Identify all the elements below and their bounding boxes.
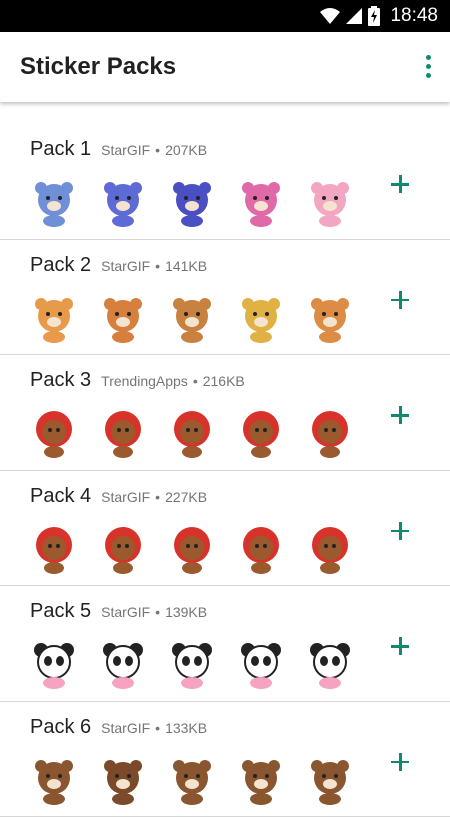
meta-separator: • bbox=[155, 489, 160, 505]
panda-icon bbox=[97, 638, 149, 690]
sticker-pack-list: Pack 1StarGIF•207KBPack 2StarGIF•141KBPa… bbox=[0, 124, 450, 817]
pack-publisher: StarGIF bbox=[101, 258, 150, 274]
panda-icon bbox=[28, 638, 80, 690]
sticker-preview-strip bbox=[28, 176, 356, 228]
pink-unicorn-icon bbox=[235, 176, 287, 228]
status-clock: 18:48 bbox=[390, 5, 438, 27]
bear-no-sign-icon bbox=[28, 523, 80, 575]
sticker-preview-strip bbox=[28, 754, 356, 806]
pack-name: Pack 3 bbox=[30, 369, 91, 392]
teddy-heart-icon bbox=[97, 176, 149, 228]
add-pack-button[interactable] bbox=[384, 630, 416, 662]
pack-name: Pack 2 bbox=[30, 254, 91, 277]
add-pack-button[interactable] bbox=[384, 746, 416, 778]
meta-separator: • bbox=[155, 604, 160, 620]
sticker-pack-row[interactable]: Pack 4 StarGIF • 227KB bbox=[0, 471, 450, 587]
sticker-preview-strip bbox=[28, 523, 356, 575]
pack-header: Pack 2 StarGIF • 141KB bbox=[30, 254, 207, 277]
pack-size: 216KB bbox=[203, 373, 245, 389]
pack-name: Pack 1 bbox=[30, 138, 91, 161]
bear-crown-icon bbox=[166, 292, 218, 344]
pack-meta: StarGIF • 207KB bbox=[101, 142, 207, 158]
pack-publisher: TrendingApps bbox=[101, 373, 188, 389]
sticker-preview-strip bbox=[28, 407, 356, 459]
sticker-preview-strip bbox=[28, 638, 356, 690]
sticker-pack-row[interactable]: Pack 1 StarGIF • 207KB bbox=[0, 124, 450, 240]
pack-size: 139KB bbox=[165, 604, 207, 620]
brown-bear-happy-icon bbox=[304, 754, 356, 806]
red-hood-bear-icon bbox=[28, 407, 80, 459]
add-pack-button[interactable] bbox=[384, 168, 416, 200]
add-pack-button[interactable] bbox=[384, 515, 416, 547]
sticker-pack-row[interactable]: Pack 2 StarGIF • 141KB bbox=[0, 240, 450, 356]
add-pack-button[interactable] bbox=[384, 399, 416, 431]
brown-bear-sleepy-icon bbox=[166, 754, 218, 806]
pack-publisher: StarGIF bbox=[101, 489, 150, 505]
red-hood-bear-icon bbox=[166, 407, 218, 459]
bear-dancing-icon bbox=[97, 523, 149, 575]
pack-name: Pack 6 bbox=[30, 716, 91, 739]
sticker-pack-row[interactable]: Pack 5 StarGIF • 139KB bbox=[0, 586, 450, 702]
meta-separator: • bbox=[193, 373, 198, 389]
wifi-icon bbox=[320, 7, 340, 25]
pack-header: Pack 5 StarGIF • 139KB bbox=[30, 600, 207, 623]
bear-jump-icon bbox=[304, 523, 356, 575]
bear-tophat-icon bbox=[97, 292, 149, 344]
red-hood-bear-icon bbox=[235, 407, 287, 459]
status-bar: 18:48 bbox=[0, 0, 450, 32]
battery-charging-icon bbox=[368, 6, 380, 26]
pack-header: Pack 1 StarGIF • 207KB bbox=[30, 138, 207, 161]
signal-icon bbox=[346, 7, 362, 25]
meta-separator: • bbox=[155, 142, 160, 158]
add-pack-button[interactable] bbox=[384, 284, 416, 316]
pack-publisher: StarGIF bbox=[101, 604, 150, 620]
bear-beer-icon bbox=[28, 292, 80, 344]
brown-bear-laugh-icon bbox=[97, 754, 149, 806]
page-title: Sticker Packs bbox=[20, 53, 176, 81]
pack-publisher: StarGIF bbox=[101, 720, 150, 736]
pack-size: 133KB bbox=[165, 720, 207, 736]
blue-bear-icon bbox=[28, 176, 80, 228]
red-hood-bear-icon bbox=[304, 407, 356, 459]
bear-wave-icon bbox=[235, 523, 287, 575]
bear-beach-icon bbox=[235, 292, 287, 344]
red-hood-bear-icon bbox=[97, 407, 149, 459]
app-bar: Sticker Packs bbox=[0, 32, 450, 102]
panda-icon bbox=[235, 638, 287, 690]
sticker-preview-strip bbox=[28, 292, 356, 344]
bear-reading-icon bbox=[304, 292, 356, 344]
more-vert-icon[interactable] bbox=[420, 52, 436, 80]
meta-separator: • bbox=[155, 258, 160, 274]
brown-bear-shy-icon bbox=[235, 754, 287, 806]
pack-header: Pack 3 TrendingApps • 216KB bbox=[30, 369, 245, 392]
panda-icon bbox=[166, 638, 218, 690]
pack-size: 227KB bbox=[165, 489, 207, 505]
pack-meta: StarGIF • 141KB bbox=[101, 258, 207, 274]
status-icons: 18:48 bbox=[320, 4, 438, 28]
pack-publisher: StarGIF bbox=[101, 142, 150, 158]
bear-peace-icon bbox=[166, 523, 218, 575]
pack-size: 207KB bbox=[165, 142, 207, 158]
pack-size: 141KB bbox=[165, 258, 207, 274]
pack-meta: StarGIF • 139KB bbox=[101, 604, 207, 620]
pack-header: Pack 6 StarGIF • 133KB bbox=[30, 716, 207, 739]
brown-bear-love-icon bbox=[28, 754, 80, 806]
panda-crying-icon bbox=[304, 638, 356, 690]
meta-separator: • bbox=[155, 720, 160, 736]
pack-name: Pack 5 bbox=[30, 600, 91, 623]
pack-meta: StarGIF • 227KB bbox=[101, 489, 207, 505]
pack-meta: StarGIF • 133KB bbox=[101, 720, 207, 736]
pink-cat-icon bbox=[304, 176, 356, 228]
sloth-badge-icon bbox=[166, 176, 218, 228]
pack-header: Pack 4 StarGIF • 227KB bbox=[30, 485, 207, 508]
pack-meta: TrendingApps • 216KB bbox=[101, 373, 245, 389]
sticker-pack-row[interactable]: Pack 3 TrendingApps • 216KB bbox=[0, 355, 450, 471]
pack-name: Pack 4 bbox=[30, 485, 91, 508]
